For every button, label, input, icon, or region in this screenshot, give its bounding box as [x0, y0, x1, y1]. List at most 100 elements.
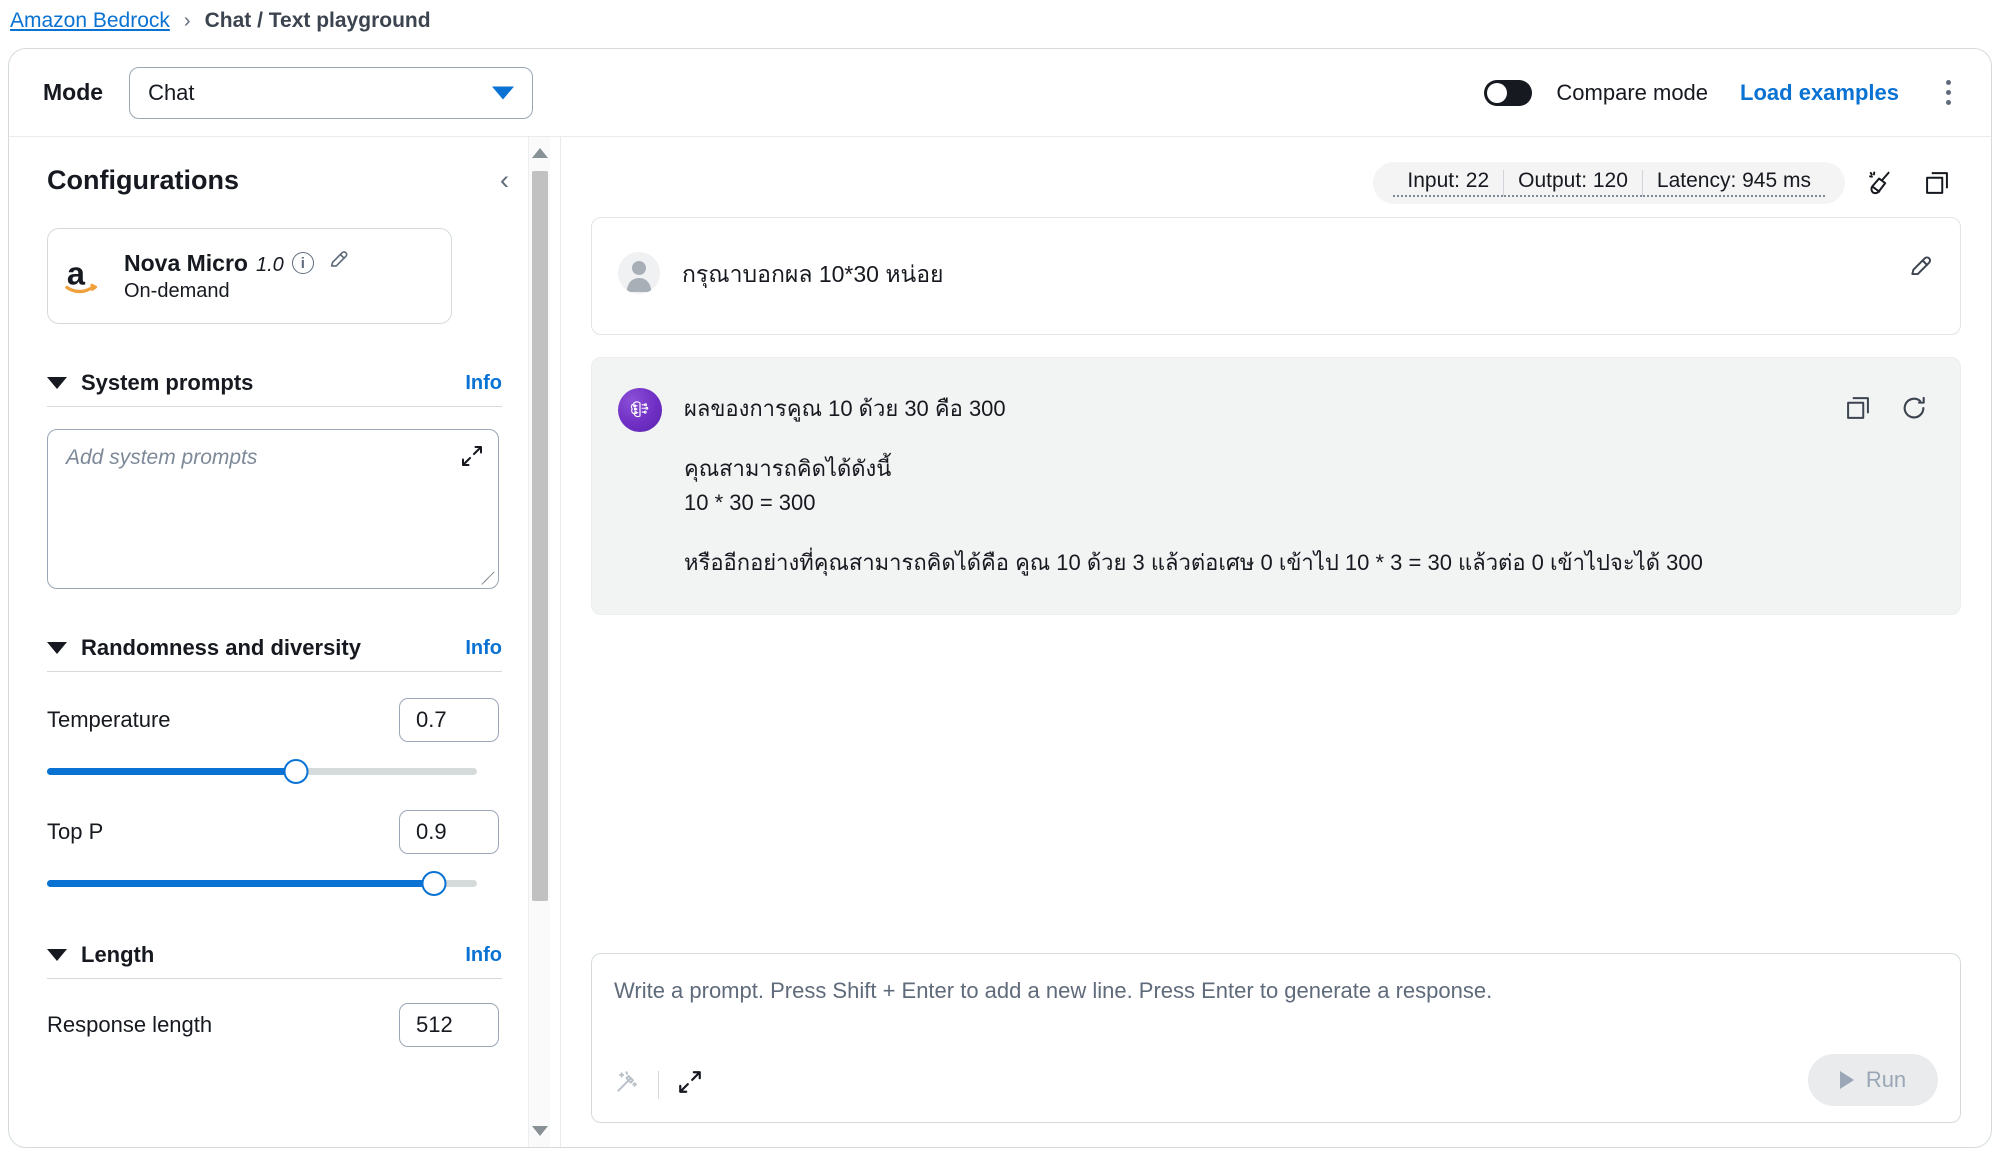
prompt-input-box[interactable]: Write a prompt. Press Shift + Enter to a… [591, 953, 1961, 1123]
slider-fill [47, 768, 297, 775]
response-length-input[interactable]: 512 [399, 1003, 499, 1047]
assistant-message-row: ผลของการคูณ 10 ด้วย 30 คือ 300 คุณสามารถ… [618, 388, 1934, 580]
top-p-slider[interactable] [47, 870, 477, 896]
model-name-row: Nova Micro 1.0 i [124, 249, 350, 277]
user-message: กรุณาบอกผล 10*30 หน่อย [591, 217, 1961, 335]
metric-input-tokens: Input: 22 [1393, 169, 1504, 197]
temperature-input[interactable]: 0.7 [399, 698, 499, 742]
model-version: 1.0 [255, 254, 284, 276]
refresh-icon[interactable] [1894, 388, 1934, 428]
chat-main-area: Input: 22 Output: 120 Latency: 945 ms กร… [561, 137, 1991, 1147]
system-prompts-placeholder: Add system prompts [66, 446, 258, 469]
triangle-down-icon[interactable] [47, 642, 67, 654]
prompt-placeholder: Write a prompt. Press Shift + Enter to a… [614, 978, 1493, 1003]
playground-body: Configurations ‹ a Nova Micro 1.0 i On-d… [9, 137, 1991, 1147]
section-title: System prompts [81, 370, 254, 395]
info-link-system-prompts[interactable]: Info [465, 372, 502, 395]
system-prompts-input[interactable]: Add system prompts [47, 429, 499, 589]
scroll-down-arrow-icon[interactable] [529, 1119, 551, 1143]
user-message-text: กรุณาบอกผล 10*30 หน่อย [682, 261, 944, 287]
top-p-input[interactable]: 0.9 [399, 810, 499, 854]
slider-fill [47, 880, 434, 887]
kebab-dot [1945, 90, 1951, 95]
model-card[interactable]: a Nova Micro 1.0 i On-demand [47, 228, 452, 324]
info-link-randomness[interactable]: Info [465, 637, 502, 660]
pencil-icon[interactable] [1908, 254, 1934, 285]
section-title: Randomness and diversity [81, 635, 361, 660]
configurations-header: Configurations ‹ [47, 165, 517, 196]
sidebar-scrollbar[interactable] [528, 137, 550, 1147]
param-row-temperature: Temperature 0.7 [47, 698, 499, 742]
section-header: System prompts Info [47, 370, 502, 407]
run-button[interactable]: Run [1808, 1054, 1938, 1106]
assistant-message-text: ผลของการคูณ 10 ด้วย 30 คือ 300 คุณสามารถ… [684, 388, 1703, 580]
info-circle-icon[interactable]: i [291, 252, 314, 274]
model-availability: On-demand [124, 280, 230, 302]
configurations-sidebar: Configurations ‹ a Nova Micro 1.0 i On-d… [9, 137, 561, 1147]
mode-bar-right-group: Compare mode Load examples [1484, 76, 1963, 110]
slider-knob[interactable] [421, 871, 447, 896]
assistant-line: 10 * 30 = 300 [684, 490, 816, 516]
section-title: Length [81, 942, 155, 967]
top-p-label: Top P [47, 819, 104, 844]
breadcrumb-link-amazon-bedrock[interactable]: Amazon Bedrock [10, 9, 170, 33]
broom-icon[interactable] [1861, 163, 1901, 203]
breadcrumb-separator-icon: › [183, 9, 191, 32]
info-link-length[interactable]: Info [465, 944, 502, 967]
resize-handle[interactable] [480, 571, 494, 585]
temperature-label: Temperature [47, 707, 171, 732]
mode-bar: Mode Chat Compare mode Load examples [9, 49, 1991, 137]
section-header: Randomness and diversity Info [47, 635, 502, 672]
response-length-label: Response length [47, 1012, 213, 1037]
section-header: Length Info [47, 942, 502, 979]
toolbar-divider [658, 1070, 659, 1099]
mode-select[interactable]: Chat [129, 66, 534, 119]
param-row-response-length: Response length 512 [47, 1003, 499, 1047]
kebab-menu-icon[interactable] [1933, 76, 1963, 110]
pencil-icon[interactable] [328, 249, 350, 276]
param-row-top-p: Top P 0.9 [47, 810, 499, 854]
metrics-pill: Input: 22 Output: 120 Latency: 945 ms [1373, 162, 1845, 204]
prompt-toolbar [614, 1069, 703, 1100]
expand-arrows-icon[interactable] [460, 444, 484, 473]
compare-mode-toggle[interactable] [1484, 79, 1533, 106]
ai-brain-icon [618, 388, 662, 432]
section-randomness-and-diversity: Randomness and diversity Info Temperatur… [47, 635, 517, 896]
breadcrumb: Amazon Bedrock › Chat / Text playground [0, 0, 2000, 42]
copy-icon[interactable] [1838, 388, 1878, 428]
assistant-message: ผลของการคูณ 10 ด้วย 30 คือ 300 คุณสามารถ… [591, 357, 1961, 616]
run-button-label: Run [1865, 1067, 1907, 1092]
scroll-up-arrow-icon[interactable] [529, 141, 551, 165]
expand-arrows-icon[interactable] [677, 1069, 703, 1100]
breadcrumb-current-page: Chat / Text playground [204, 9, 431, 32]
scrollbar-thumb[interactable] [532, 171, 548, 901]
assistant-line: หรืออีกอย่างที่คุณสามารถคิดได้คือ คูณ 10… [684, 550, 1703, 576]
kebab-dot [1945, 80, 1951, 85]
metric-output-tokens: Output: 120 [1504, 169, 1642, 197]
triangle-down-icon[interactable] [47, 377, 67, 389]
mode-select-value: Chat [148, 79, 195, 105]
assistant-line: คุณสามารถคิดได้ดังนี้ [684, 456, 892, 482]
copy-icon[interactable] [1917, 163, 1957, 203]
metrics-row: Input: 22 Output: 120 Latency: 945 ms [591, 159, 1961, 207]
section-system-prompts: System prompts Info Add system prompts [47, 370, 517, 589]
assistant-line: ผลของการคูณ 10 ด้วย 30 คือ 300 [684, 396, 1006, 421]
model-name: Nova Micro [124, 250, 248, 276]
slider-knob[interactable] [283, 759, 309, 784]
temperature-slider[interactable] [47, 758, 477, 784]
playground-panel: Mode Chat Compare mode Load examples Con… [8, 48, 1992, 1148]
chevron-left-icon[interactable]: ‹ [492, 167, 517, 194]
model-text: Nova Micro 1.0 i On-demand [124, 249, 350, 303]
toggle-knob [1487, 82, 1508, 103]
conversation-area: กรุณาบอกผล 10*30 หน่อย ผลของการคูณ 10 ด้… [591, 207, 1961, 939]
metric-latency: Latency: 945 ms [1642, 169, 1825, 197]
svg-text:a: a [67, 256, 86, 292]
amazon-logo-icon: a [64, 253, 110, 299]
magic-wand-icon[interactable] [614, 1069, 640, 1100]
user-avatar-icon [618, 252, 660, 294]
load-examples-link[interactable]: Load examples [1740, 80, 1899, 106]
triangle-down-icon[interactable] [47, 949, 67, 961]
configurations-title: Configurations [47, 165, 239, 195]
